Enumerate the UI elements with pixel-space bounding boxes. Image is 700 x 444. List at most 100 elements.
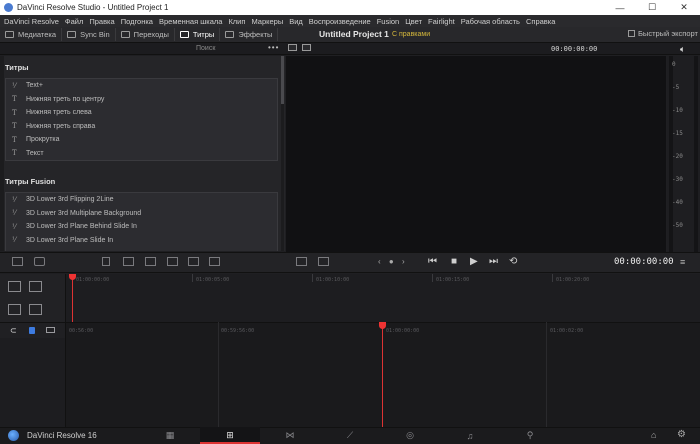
- sync-bin-button[interactable]: Sync Bin: [62, 28, 116, 41]
- home-icon[interactable]: ⌂: [651, 430, 656, 440]
- menu-view[interactable]: Вид: [289, 17, 303, 26]
- meter-scale-label: -40: [672, 199, 683, 206]
- transitions-label: Переходы: [133, 30, 169, 39]
- stop-button[interactable]: ■: [451, 256, 457, 267]
- menu-color[interactable]: Цвет: [405, 17, 422, 26]
- edit-mode-icon[interactable]: [34, 257, 45, 266]
- gear-icon[interactable]: ⚙: [677, 429, 686, 440]
- titles-button[interactable]: Титры: [175, 28, 221, 41]
- list-item[interactable]: ⅟ Text+: [6, 79, 277, 93]
- media-pool-button[interactable]: Медиатека: [0, 28, 63, 41]
- list-item[interactable]: ⅟ 3D Lower 3rd Multiplane Background: [6, 207, 277, 221]
- track-header-icon[interactable]: [8, 281, 21, 292]
- timeline-divider: [546, 322, 547, 427]
- playhead-lower[interactable]: [382, 322, 383, 427]
- quick-export-button[interactable]: Быстрый экспорт: [628, 29, 698, 38]
- viewer-mode-icon[interactable]: [302, 44, 311, 51]
- append-at-end-icon[interactable]: [209, 257, 220, 266]
- scrollbar-thumb[interactable]: [281, 56, 284, 104]
- timeline-toolbar: ⊂: [0, 322, 66, 338]
- viewer-settings-icon[interactable]: [318, 257, 329, 266]
- quick-export-label: Быстрый экспорт: [638, 29, 698, 38]
- timeline-tracks[interactable]: [66, 322, 700, 427]
- transitions-button[interactable]: Переходы: [116, 28, 175, 41]
- jog-control[interactable]: ‹ ● ›: [378, 257, 408, 266]
- menu-help[interactable]: Справка: [526, 17, 555, 26]
- effects-label: Эффекты: [238, 30, 273, 39]
- meter-scale-label: -30: [672, 176, 683, 183]
- cut-page-tab[interactable]: ⊞: [200, 427, 260, 444]
- timeline-viewer[interactable]: [286, 56, 666, 252]
- list-item[interactable]: T Нижняя треть справа: [6, 120, 277, 134]
- ruler-timecode: 01:00:10:00: [316, 277, 350, 283]
- list-item[interactable]: T Нижняя треть по центру: [6, 93, 277, 107]
- list-item[interactable]: ⅟ 3D Lower 3rd Plane Slide In: [6, 234, 277, 248]
- playhead-handle-lower[interactable]: [379, 322, 386, 329]
- fit-to-fill-icon[interactable]: [167, 257, 178, 266]
- insert-clip-icon[interactable]: [102, 257, 110, 266]
- minimize-button[interactable]: —: [604, 0, 636, 15]
- menu-trim[interactable]: Подгонка: [121, 17, 153, 26]
- media-page-tab[interactable]: ▦: [140, 427, 200, 444]
- track-stack-icon[interactable]: [8, 304, 21, 315]
- window-title: DaVinci Resolve Studio - Untitled Projec…: [17, 3, 169, 12]
- fusion-title-icon: ⅟: [12, 81, 16, 90]
- menu-file[interactable]: Файл: [65, 17, 83, 26]
- list-item[interactable]: ⅟ 3D Lower 3rd Flipping 2Line: [6, 193, 277, 207]
- menu-fusion[interactable]: Fusion: [377, 17, 400, 26]
- ruler-timecode: 01:00:00:00: [386, 328, 420, 334]
- timeline-view-options-icon[interactable]: [12, 257, 23, 266]
- menu-timeline[interactable]: Временная шкала: [159, 17, 222, 26]
- track-link-icon[interactable]: [29, 281, 42, 292]
- go-to-start-button[interactable]: ⏮: [428, 256, 437, 267]
- speaker-icon[interactable]: 🔈︎: [680, 44, 685, 55]
- source-overlay-icon[interactable]: [296, 257, 307, 266]
- menu-davinci-resolve[interactable]: DaVinci Resolve: [4, 17, 59, 26]
- list-item[interactable]: T Текст: [6, 147, 277, 161]
- position-lock-icon[interactable]: [46, 327, 55, 333]
- menu-markers[interactable]: Маркеры: [251, 17, 283, 26]
- menu-fairlight[interactable]: Fairlight: [428, 17, 455, 26]
- list-item-label: Text+: [26, 82, 43, 90]
- playhead-upper[interactable]: [72, 274, 73, 322]
- meter-channel-right: [694, 56, 698, 252]
- loop-button[interactable]: ⟲: [509, 256, 517, 267]
- maximize-button[interactable]: ☐: [636, 0, 668, 15]
- library-scrollbar[interactable]: [281, 56, 284, 251]
- fusion-titles-list: ⅟ 3D Lower 3rd Flipping 2Line ⅟ 3D Lower 3…: [5, 192, 278, 251]
- overwrite-clip-icon[interactable]: [123, 257, 134, 266]
- fusion-page-tab[interactable]: ⟋: [320, 427, 380, 444]
- play-button[interactable]: ▶: [470, 256, 478, 267]
- ruler-tick: [312, 274, 313, 282]
- transitions-icon: [120, 31, 130, 38]
- list-item[interactable]: ⅟ 3D Lower 3rd Plane Behind Slide In: [6, 220, 277, 234]
- go-to-end-button[interactable]: ⏭: [489, 256, 498, 267]
- more-options-button[interactable]: •••: [268, 43, 279, 52]
- replace-clip-icon[interactable]: [145, 257, 156, 266]
- menu-playback[interactable]: Воспроизведение: [309, 17, 371, 26]
- davinci-app-icon: [4, 3, 13, 12]
- viewer-layout-icon[interactable]: [288, 44, 297, 51]
- link-icon[interactable]: [29, 327, 35, 334]
- timeline-ruler-upper[interactable]: [66, 274, 700, 322]
- list-item[interactable]: T Прокрутка: [6, 133, 277, 147]
- menu-workspace[interactable]: Рабочая область: [461, 17, 520, 26]
- menu-clip[interactable]: Клип: [228, 17, 245, 26]
- search-label[interactable]: Поиск: [196, 45, 215, 52]
- close-button[interactable]: ✕: [668, 0, 700, 15]
- color-page-tab[interactable]: ◎: [380, 427, 440, 444]
- edit-page-tab[interactable]: ⋈: [260, 427, 320, 444]
- menu-icon[interactable]: ≡: [680, 257, 685, 267]
- media-pool-label: Медиатека: [18, 30, 57, 39]
- list-item[interactable]: T Нижняя треть слева: [6, 106, 277, 120]
- list-item-label: 3D Lower 3rd Flipping 2Line: [26, 196, 114, 204]
- deliver-page-tab[interactable]: ⚲: [500, 427, 560, 444]
- place-on-top-icon[interactable]: [188, 257, 199, 266]
- menu-edit[interactable]: Правка: [89, 17, 114, 26]
- list-item-label: 3D Lower 3rd Plane Behind Slide In: [26, 223, 137, 231]
- snapping-icon[interactable]: ⊂: [10, 326, 17, 335]
- fairlight-page-tab[interactable]: ♫: [440, 427, 500, 444]
- text-title-icon: T: [12, 95, 17, 104]
- effects-button[interactable]: Эффекты: [220, 28, 279, 41]
- track-lock-icon[interactable]: [29, 304, 42, 315]
